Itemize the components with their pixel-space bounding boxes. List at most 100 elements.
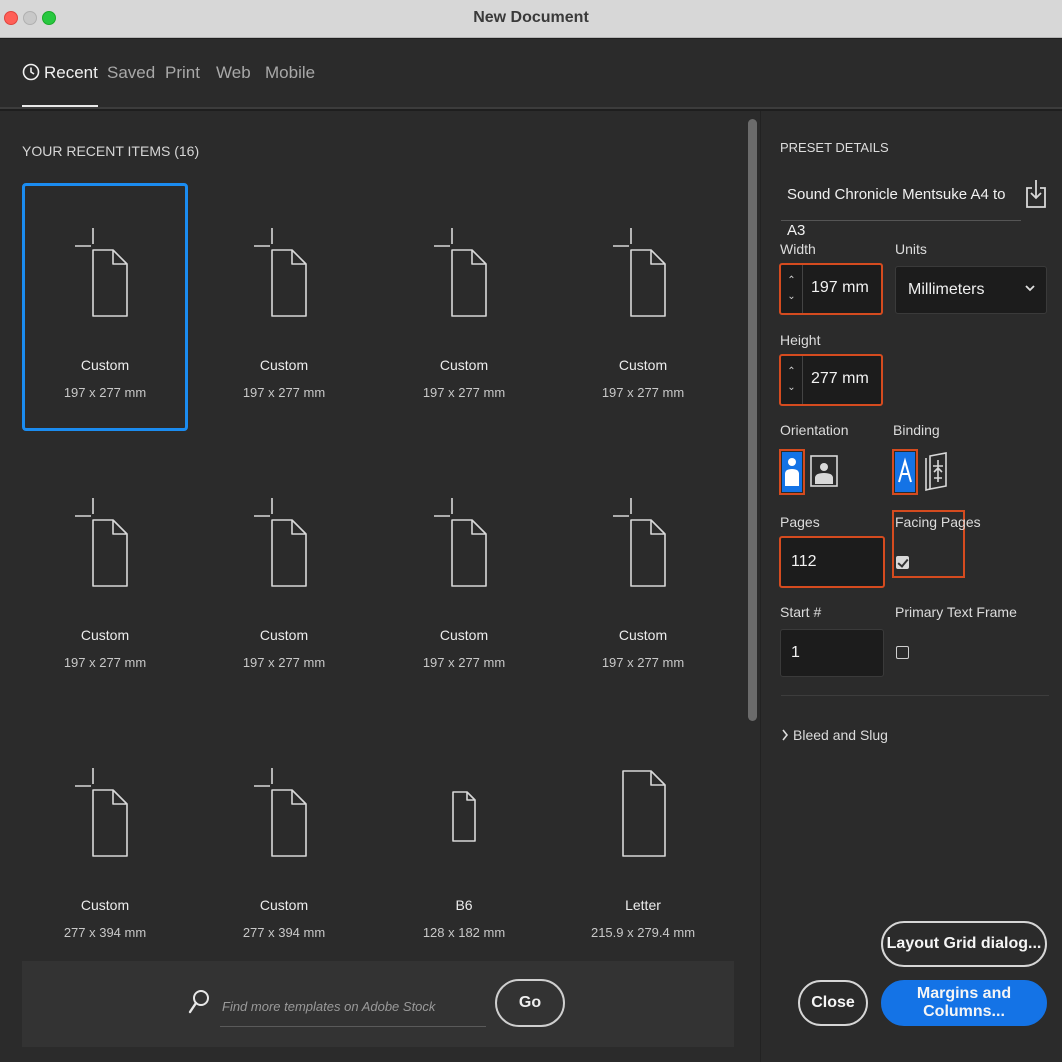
primary-text-frame-label: Primary Text Frame [895,604,1017,620]
item-name: Custom [439,627,489,643]
recent-item[interactable]: B6 128 x 182 mm [381,723,547,971]
bleed-and-slug-toggle[interactable]: Bleed and Slug [781,727,888,743]
recent-item[interactable]: Custom 197 x 277 mm [381,183,547,431]
document-preset-icon [254,768,307,857]
recent-items-panel: YOUR RECENT ITEMS (16) Custom 197 x 277 … [0,111,760,1062]
tab-bar: Recent Saved Print Web Mobile [0,39,1062,109]
item-size: 197 x 277 mm [63,385,147,400]
recent-item[interactable]: Custom 197 x 277 mm [22,453,188,701]
preset-name-field[interactable]: Sound Chronicle Mentsuke A4 to A3 [781,177,1021,239]
item-size: 197 x 277 mm [601,385,685,400]
recent-item[interactable]: Custom 197 x 277 mm [201,453,367,701]
document-preset-icon [434,498,487,587]
primary-text-frame-checkbox[interactable] [896,646,909,659]
save-preset-icon[interactable] [1025,179,1047,209]
item-size: 197 x 277 mm [422,655,506,670]
search-icon [188,990,209,1014]
item-name: Custom [618,357,668,373]
recent-item[interactable]: Custom 197 x 277 mm [560,183,726,431]
item-size: 197 x 277 mm [63,655,147,670]
document-preset-icon [613,498,666,587]
item-name: Custom [80,627,130,643]
units-dropdown[interactable]: Millimeters [895,266,1047,314]
stock-search-input[interactable] [220,987,486,1027]
start-page-field[interactable]: 1 [780,629,884,677]
facing-pages-checkbox[interactable] [896,556,909,569]
height-label: Height [780,332,821,348]
height-field[interactable]: ⌃ ⌄ 277 mm [779,354,883,406]
item-name: Custom [80,897,130,913]
clock-icon [22,63,40,81]
recent-item[interactable]: Custom 197 x 277 mm [560,453,726,701]
units-label: Units [895,241,927,257]
recent-item[interactable]: Custom 197 x 277 mm [22,183,188,431]
width-field[interactable]: ⌃ ⌄ 197 mm [779,263,883,315]
item-size: 197 x 277 mm [601,655,685,670]
item-size: 197 x 277 mm [242,655,326,670]
scrollbar[interactable] [748,119,757,721]
binding-label: Binding [893,422,940,438]
recent-item[interactable]: Custom 277 x 394 mm [201,723,367,971]
item-size: 197 x 277 mm [422,385,506,400]
item-name: Letter [625,897,661,913]
divider [781,695,1049,696]
chevron-right-icon [782,729,789,741]
item-size: 215.9 x 279.4 mm [590,925,696,940]
height-value: 277 mm [811,370,869,387]
recent-items-title: YOUR RECENT ITEMS [22,143,171,159]
document-preset-icon [75,498,128,587]
tab-recent-label: Recent [44,63,98,82]
width-value: 197 mm [811,279,869,296]
recent-item[interactable]: Custom 197 x 277 mm [201,183,367,431]
margins-and-columns-button[interactable]: Margins and Columns... [881,980,1047,1026]
document-preset-icon [75,768,128,857]
item-size: 277 x 394 mm [242,925,326,940]
left-to-right-binding-icon[interactable] [895,452,915,492]
document-preset-icon [254,498,307,587]
item-name: Custom [80,357,130,373]
chevron-down-icon [1025,285,1035,292]
document-preset-icon [254,228,307,317]
recent-items-heading: YOUR RECENT ITEMS (16) [22,143,199,159]
units-value: Millimeters [908,281,985,298]
portrait-orientation-icon[interactable] [782,452,802,492]
width-stepper[interactable]: ⌃ ⌄ [781,265,803,313]
layout-grid-button[interactable]: Layout Grid dialog... [881,921,1047,967]
tab-print[interactable]: Print [165,63,200,107]
item-name: Custom [259,897,309,913]
item-size: 277 x 394 mm [63,925,147,940]
start-page-label: Start # [780,604,822,620]
document-preset-icon [613,228,666,317]
window-title: New Document [473,9,589,26]
item-name: Custom [259,627,309,643]
close-button[interactable]: Close [798,980,868,1026]
item-size: 197 x 277 mm [242,385,326,400]
item-name: B6 [455,897,473,913]
orientation-label: Orientation [780,422,849,438]
pages-field[interactable]: 112 [779,536,885,588]
right-to-left-binding-icon[interactable] [924,452,950,492]
recent-items-count: (16) [174,143,200,159]
height-stepper[interactable]: ⌃ ⌄ [781,356,803,404]
document-preset-icon [75,228,128,317]
facing-pages-label: Facing Pages [895,514,981,530]
pages-label: Pages [780,514,820,530]
document-preset-icon [452,791,476,842]
go-button[interactable]: Go [495,979,565,1027]
preset-details-panel: PRESET DETAILS Sound Chronicle Mentsuke … [760,111,1062,1062]
recent-item[interactable]: Letter 215.9 x 279.4 mm [560,723,726,971]
landscape-orientation-icon[interactable] [810,455,838,487]
recent-item[interactable]: Custom 197 x 277 mm [381,453,547,701]
tab-recent[interactable]: Recent [22,63,98,107]
item-name: Custom [259,357,309,373]
adobe-stock-search-bar: Go [22,961,734,1047]
recent-item[interactable]: Custom 277 x 394 mm [22,723,188,971]
item-name: Custom [439,357,489,373]
tab-saved[interactable]: Saved [107,63,155,107]
item-name: Custom [618,627,668,643]
document-preset-icon [622,770,666,857]
width-label: Width [780,241,816,257]
tab-web[interactable]: Web [216,63,251,107]
title-bar: New Document [0,0,1062,38]
tab-mobile[interactable]: Mobile [265,63,315,107]
